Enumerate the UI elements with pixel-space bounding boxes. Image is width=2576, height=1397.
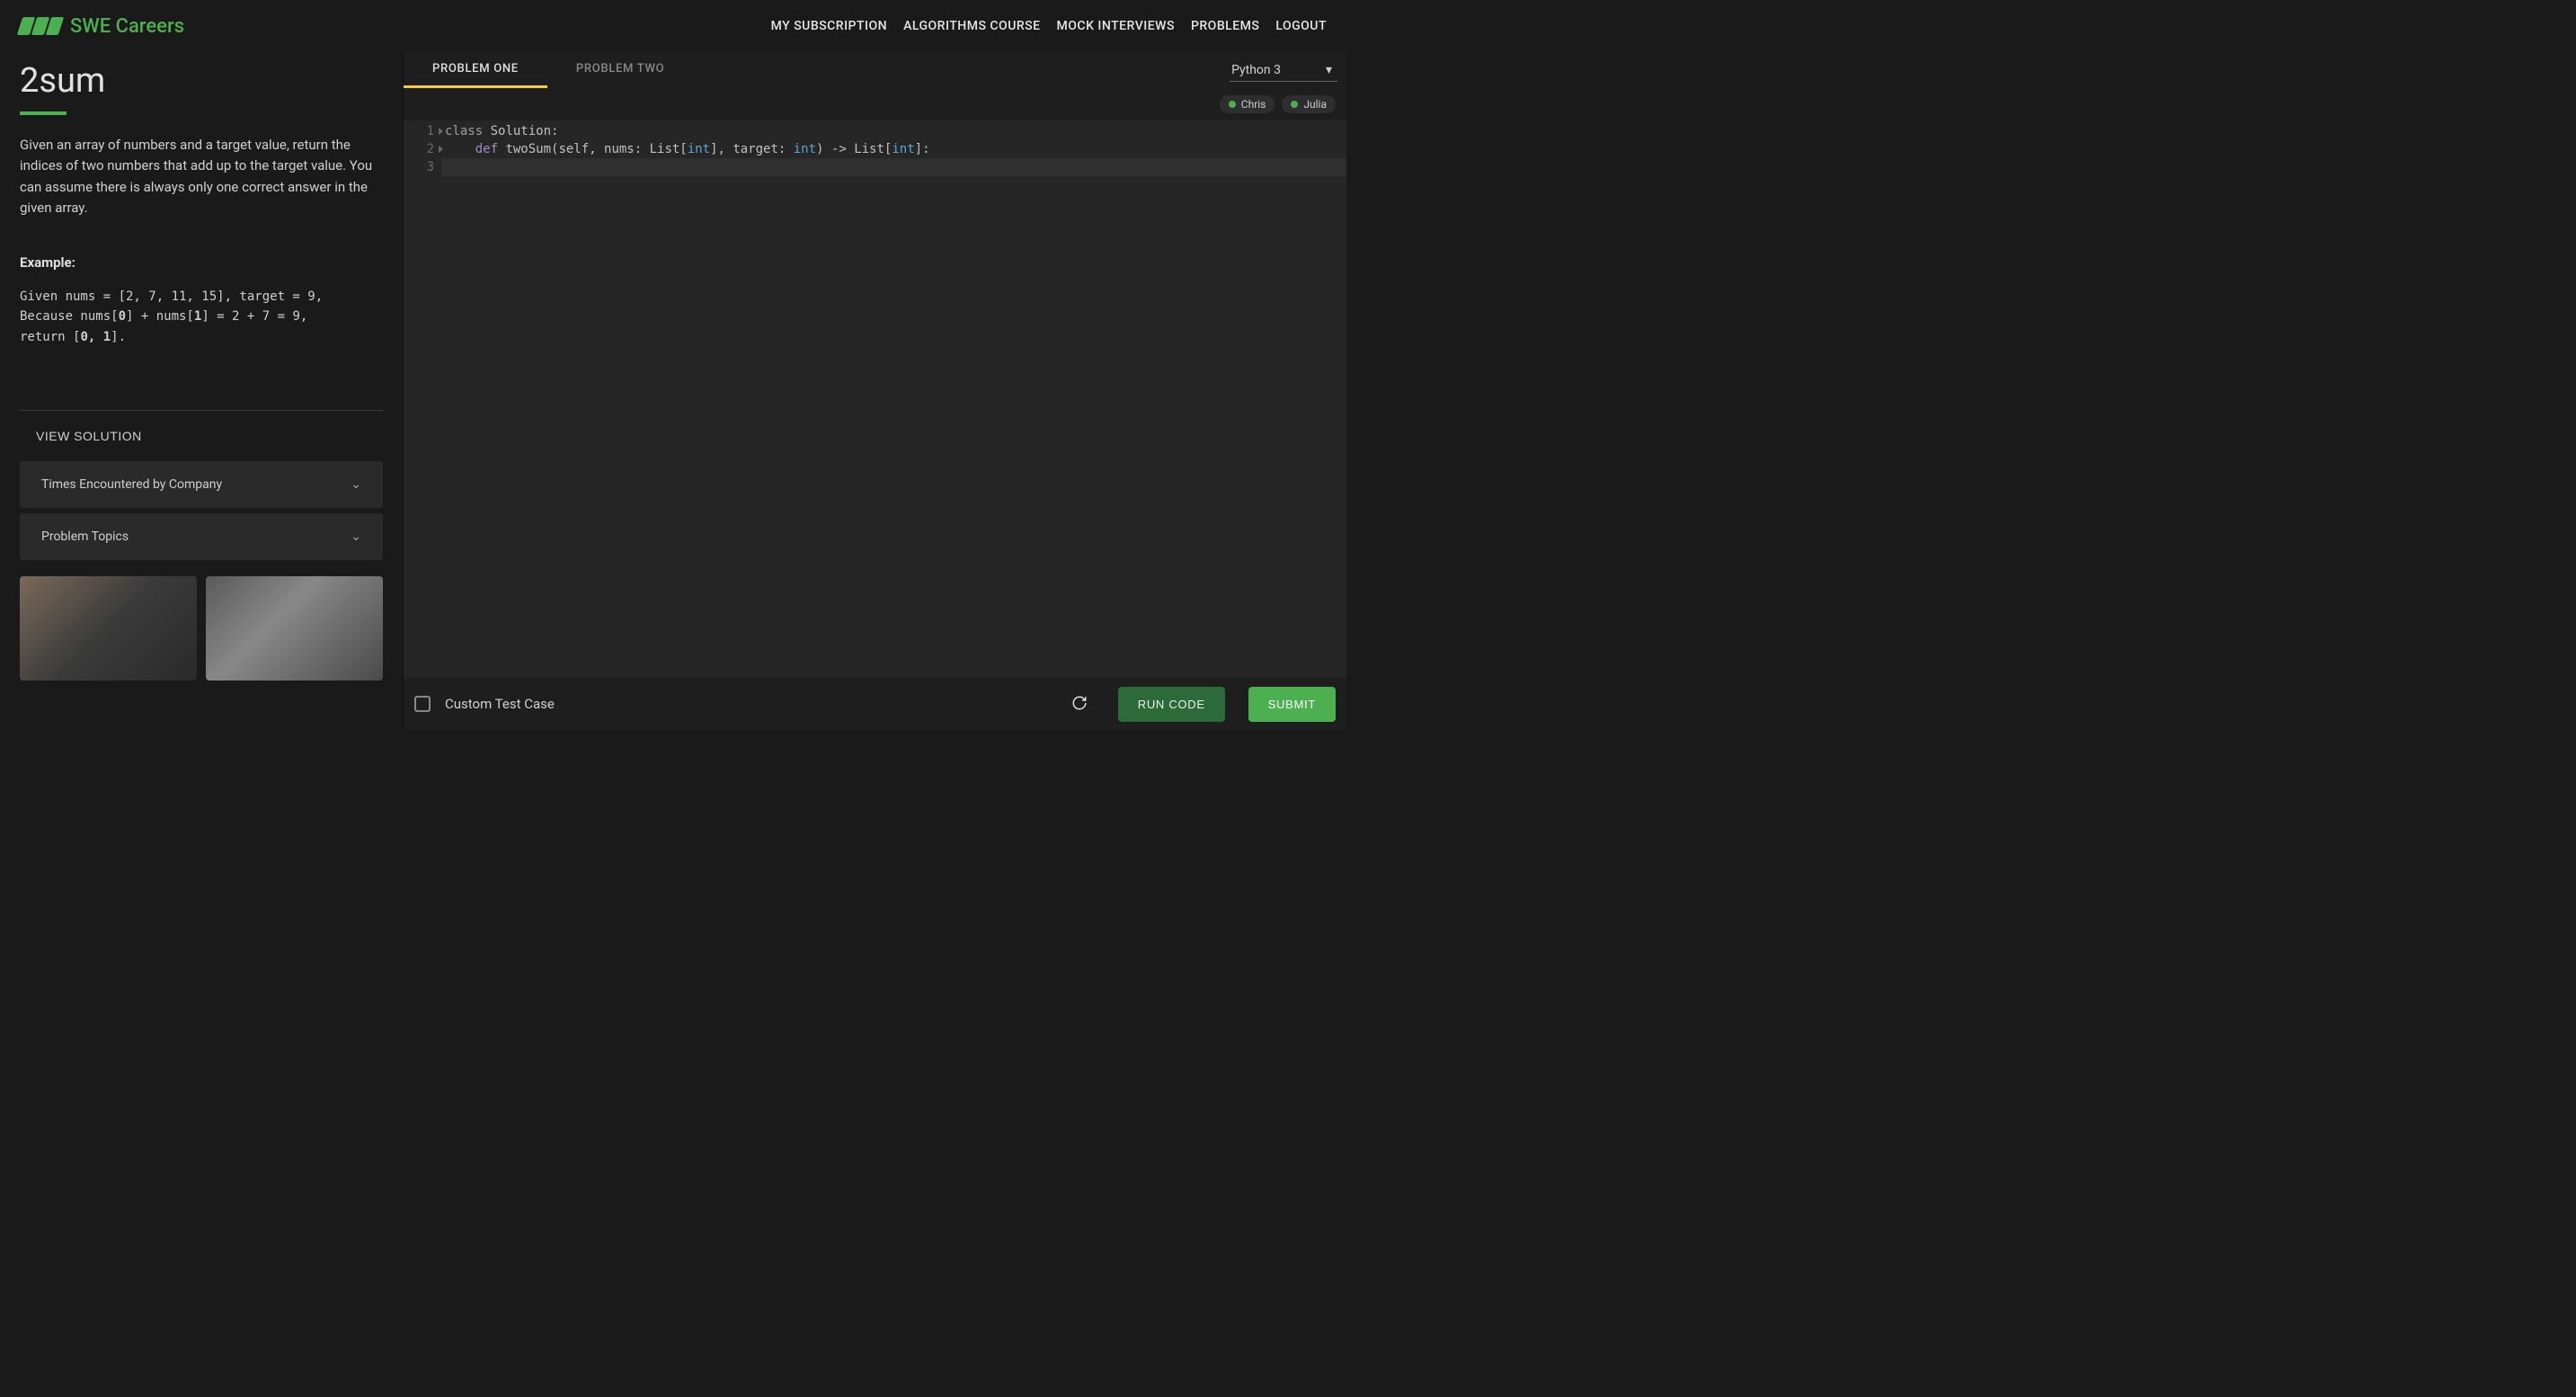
accent-bar <box>20 111 67 115</box>
logo-icon <box>20 17 61 35</box>
video-tile[interactable] <box>206 576 383 681</box>
chevron-down-icon: ⌄ <box>351 477 361 492</box>
video-tile[interactable] <box>20 576 197 681</box>
tab-problem-one[interactable]: PROBLEM ONE <box>404 52 547 88</box>
top-header: SWE Careers MY SUBSCRIPTION ALGORITHMS C… <box>0 0 1346 52</box>
accordion-problem-topics[interactable]: Problem Topics ⌄ <box>20 513 383 560</box>
nav-my-subscription[interactable]: MY SUBSCRIPTION <box>771 19 887 33</box>
accordion-times-encountered[interactable]: Times Encountered by Company ⌄ <box>20 461 383 508</box>
problem-panel: 2sum Given an array of numbers and a tar… <box>0 52 403 730</box>
logo[interactable]: SWE Careers <box>20 15 184 38</box>
code-area[interactable]: class Solution: def twoSum(self, nums: L… <box>441 120 1346 678</box>
example-line: Given nums = [2, 7, 11, 15], target = 9, <box>20 287 383 307</box>
nav-algorithms-course[interactable]: ALGORITHMS COURSE <box>903 19 1040 33</box>
problem-description: Given an array of numbers and a target v… <box>20 135 383 218</box>
user-pill: Julia <box>1282 95 1336 113</box>
example-label: Example: <box>20 254 383 271</box>
code-editor[interactable]: 1 2 3 class Solution: def twoSum(self, n… <box>404 120 1346 678</box>
main-nav: MY SUBSCRIPTION ALGORITHMS COURSE MOCK I… <box>771 19 1327 33</box>
user-pill: Chris <box>1220 95 1275 113</box>
editor-panel: PROBLEM ONE PROBLEM TWO Python 3 ▾ Chris… <box>403 52 1346 730</box>
presence-dot-icon <box>1229 101 1236 108</box>
editor-top-row: PROBLEM ONE PROBLEM TWO Python 3 ▾ <box>404 52 1346 88</box>
submit-button[interactable]: SUBMIT <box>1248 687 1336 722</box>
language-select[interactable]: Python 3 ▾ <box>1230 59 1337 82</box>
run-code-button[interactable]: RUN CODE <box>1118 687 1225 722</box>
video-thumbnails <box>20 576 383 681</box>
fold-icon[interactable] <box>439 128 443 135</box>
nav-logout[interactable]: LOGOUT <box>1275 19 1327 33</box>
nav-problems[interactable]: PROBLEMS <box>1191 19 1259 33</box>
nav-mock-interviews[interactable]: MOCK INTERVIEWS <box>1057 19 1175 33</box>
presence-row: Chris Julia <box>404 88 1346 120</box>
user-name: Chris <box>1241 98 1266 111</box>
problem-tabs: PROBLEM ONE PROBLEM TWO <box>404 52 693 88</box>
fold-icon[interactable] <box>439 146 443 153</box>
view-solution-button[interactable]: VIEW SOLUTION <box>20 411 383 461</box>
presence-dot-icon <box>1291 101 1298 108</box>
user-name: Julia <box>1303 98 1327 111</box>
example-line: return [0, 1]. <box>20 327 383 347</box>
custom-test-label: Custom Test Case <box>445 696 555 712</box>
language-label: Python 3 <box>1231 63 1281 77</box>
example-line: Because nums[0] + nums[1] = 2 + 7 = 9, <box>20 307 383 326</box>
refresh-icon <box>1071 695 1088 711</box>
accordion-label: Problem Topics <box>41 529 129 544</box>
problem-title: 2sum <box>20 61 383 101</box>
line-gutter: 1 2 3 <box>404 120 441 678</box>
brand-name: SWE Careers <box>70 15 184 38</box>
accordion-label: Times Encountered by Company <box>41 477 222 492</box>
caret-down-icon: ▾ <box>1326 63 1332 77</box>
example-block: Given nums = [2, 7, 11, 15], target = 9,… <box>20 287 383 347</box>
refresh-button[interactable] <box>1064 688 1095 721</box>
bottom-bar: Custom Test Case RUN CODE SUBMIT <box>404 678 1346 730</box>
tab-problem-two[interactable]: PROBLEM TWO <box>547 52 693 88</box>
chevron-down-icon: ⌄ <box>351 529 361 544</box>
custom-test-checkbox[interactable] <box>414 696 431 712</box>
